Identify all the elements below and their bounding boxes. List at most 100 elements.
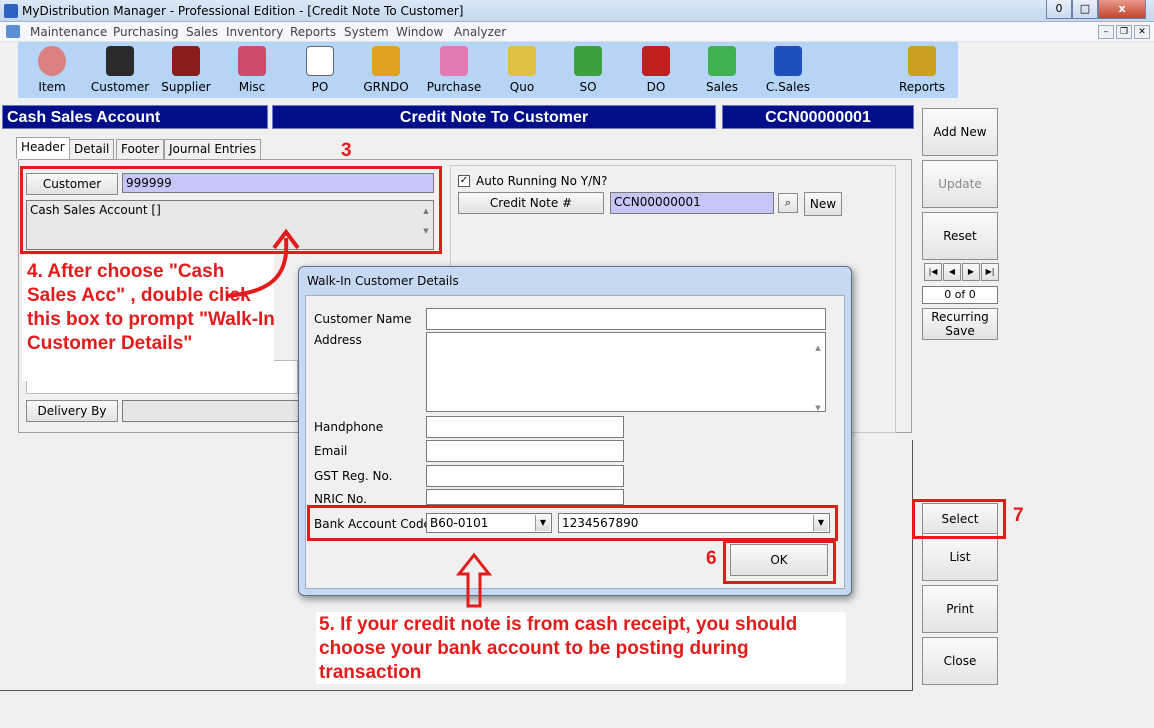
toolbar-label: Customer [90, 80, 150, 94]
last-record-icon[interactable]: ▶| [981, 263, 999, 281]
toolbar-label: Sales [706, 80, 738, 94]
toolbar-reports-button[interactable]: Reports [888, 42, 956, 98]
auto-running-label: Auto Running No Y/N? [476, 174, 608, 188]
mdi-icon [6, 25, 20, 38]
select-detail-highlight-box [912, 499, 1006, 539]
next-record-icon[interactable]: ▶ [962, 263, 980, 281]
menu-maintenance[interactable]: Maintenance [30, 25, 107, 39]
auto-running-checkbox[interactable]: ✓ [458, 175, 470, 187]
do-icon [642, 46, 670, 76]
right-divider [912, 440, 913, 691]
ok-highlight-box [723, 540, 836, 584]
nric-input[interactable] [426, 489, 624, 505]
handphone-label: Handphone [314, 420, 384, 434]
toolbar-do-button[interactable]: DO [622, 42, 690, 98]
toolbar-po-button[interactable]: PO [286, 42, 354, 98]
print-button[interactable]: Print [922, 585, 998, 633]
nric-label: NRIC No. [314, 492, 367, 506]
mdi-restore-button[interactable]: ❐ [1116, 25, 1132, 39]
toolbar-purchase-button[interactable]: Purchase [420, 42, 488, 98]
binoculars-icon[interactable]: ⌕ [778, 193, 798, 213]
reset-button[interactable]: Reset [922, 212, 998, 260]
toolbar-sales-button[interactable]: Sales [688, 42, 756, 98]
address-scrollbar[interactable]: ▲ ▼ [811, 333, 825, 412]
tab-header[interactable]: Header [16, 137, 70, 159]
menu-system[interactable]: System [344, 25, 389, 39]
annotation-3-label: 3 [341, 140, 352, 161]
menu-inventory[interactable]: Inventory [226, 25, 283, 39]
credit-note-button[interactable]: Credit Note # [458, 192, 604, 214]
dialog-title: Walk-In Customer Details [307, 274, 459, 288]
handphone-input[interactable] [426, 416, 624, 438]
minimize-button[interactable]: 0 [1046, 0, 1072, 19]
mdi-minimize-button[interactable]: – [1098, 25, 1114, 39]
toolbar-label: PO [311, 80, 329, 94]
menu-bar: Maintenance Purchasing Sales Inventory R… [0, 22, 1154, 42]
menu-analyzer[interactable]: Analyzer [454, 25, 506, 39]
address-input[interactable]: ▲ ▼ [426, 332, 826, 412]
toolbar-quo-button[interactable]: Quo [488, 42, 556, 98]
toolbar-csales-button[interactable]: C.Sales [754, 42, 822, 98]
close-button[interactable]: Close [922, 637, 998, 685]
delivery-by-button[interactable]: Delivery By [26, 400, 118, 422]
customer-name-input[interactable] [426, 308, 826, 330]
title-bar: MyDistribution Manager - Professional Ed… [0, 0, 1154, 22]
first-record-icon[interactable]: |◀ [924, 263, 942, 281]
recurring-save-button[interactable]: Recurring Save [922, 308, 998, 340]
toolbar-customer-button[interactable]: Customer [86, 42, 154, 98]
bottom-divider [0, 690, 912, 691]
prev-record-icon[interactable]: ◀ [943, 263, 961, 281]
toolbar-label: SO [579, 80, 597, 94]
menu-window[interactable]: Window [396, 25, 443, 39]
doc-number-header: CCN00000001 [722, 105, 914, 129]
address-label: Address [314, 333, 362, 347]
credit-note-field[interactable]: CCN00000001 [610, 192, 774, 214]
item-icon [38, 46, 66, 76]
record-counter: 0 of 0 [922, 286, 998, 304]
tab-footer[interactable]: Footer [116, 139, 165, 159]
toolbar-misc-button[interactable]: Misc [218, 42, 286, 98]
reports-icon [908, 46, 936, 76]
toolbar-label: Reports [898, 80, 946, 94]
po-icon [306, 46, 334, 76]
csales-icon [774, 46, 802, 76]
maximize-button[interactable]: □ [1072, 0, 1098, 19]
toolbar-label: C.Sales [765, 80, 811, 94]
gst-label: GST Reg. No. [314, 469, 393, 483]
toolbar-so-button[interactable]: SO [554, 42, 622, 98]
so-icon [574, 46, 602, 76]
mdi-close-button[interactable]: ✕ [1134, 25, 1150, 39]
supplier-icon [172, 46, 200, 76]
menu-reports[interactable]: Reports [290, 25, 336, 39]
toolbar-item-button[interactable]: Item [18, 42, 86, 98]
form-title-header: Credit Note To Customer [272, 105, 716, 129]
grndo-icon [372, 46, 400, 76]
toolbar-label: Purchase [426, 80, 482, 94]
menu-sales[interactable]: Sales [186, 25, 218, 39]
toolbar-supplier-button[interactable]: Supplier [152, 42, 220, 98]
sales-icon [708, 46, 736, 76]
toolbar-label: Supplier [161, 80, 211, 94]
tab-detail[interactable]: Detail [69, 139, 115, 159]
list-button[interactable]: List [922, 533, 998, 581]
email-label: Email [314, 444, 348, 458]
menu-purchasing[interactable]: Purchasing [113, 25, 179, 39]
gst-input[interactable] [426, 465, 624, 487]
toolbar-label: Item [38, 80, 66, 94]
close-window-button[interactable]: x [1098, 0, 1146, 19]
annotation-4-arrow [225, 228, 300, 298]
toolbar: Item Customer Supplier Misc PO GRNDO Pur… [18, 42, 958, 98]
update-button[interactable]: Update [922, 160, 998, 208]
add-new-button[interactable]: Add New [922, 108, 998, 156]
toolbar-grndo-button[interactable]: GRNDO [352, 42, 420, 98]
toolbar-label: DO [646, 80, 666, 94]
annotation-6-label: 6 [706, 548, 717, 569]
toolbar-label: Misc [238, 80, 266, 94]
email-input[interactable] [426, 440, 624, 462]
bank-account-highlight-box [307, 505, 838, 541]
toolbar-label: GRNDO [363, 80, 409, 94]
account-header: Cash Sales Account [2, 105, 268, 129]
tab-journal-entries[interactable]: Journal Entries [164, 139, 262, 159]
new-number-button[interactable]: New [804, 192, 842, 216]
delivery-by-field[interactable] [122, 400, 300, 422]
